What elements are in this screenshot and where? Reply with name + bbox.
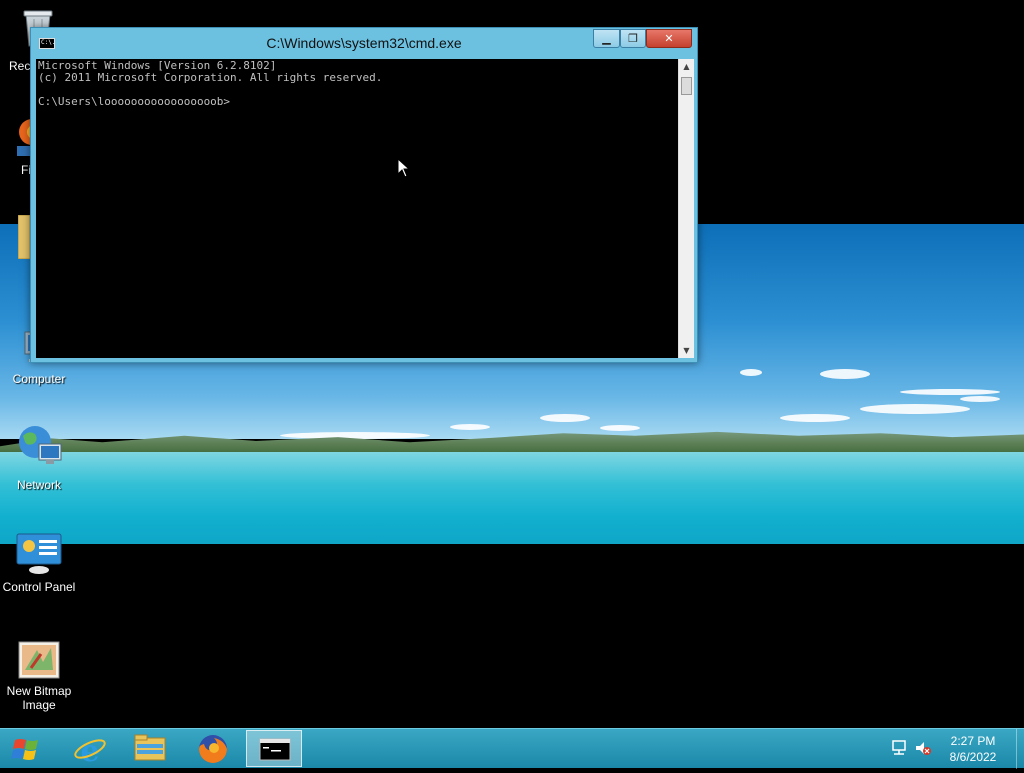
- clock-time: 2:27 PM: [950, 734, 996, 748]
- wallpaper-lake: [0, 452, 1024, 544]
- clock-date: 8/6/2022: [949, 750, 997, 764]
- control-panel-icon: [15, 532, 63, 576]
- control-panel-label: Control Panel: [2, 580, 76, 594]
- console-line: (c) 2011 Microsoft Corporation. All righ…: [38, 71, 383, 84]
- scroll-up-icon[interactable]: ▲: [679, 59, 694, 74]
- taskbar-cmd[interactable]: [246, 730, 302, 767]
- show-desktop-button[interactable]: [1016, 729, 1024, 769]
- start-button[interactable]: [0, 729, 54, 769]
- folder-icon[interactable]: [17, 214, 31, 260]
- minimize-icon: ▁: [602, 32, 611, 45]
- network-tray-icon[interactable]: [890, 739, 908, 757]
- console-output[interactable]: Microsoft Windows [Version 6.2.8102] (c)…: [36, 59, 678, 358]
- cmd-window[interactable]: C:\Windows\system32\cmd.exe C:\. ▁ ❐ ✕ M…: [30, 27, 698, 363]
- taskbar-file-explorer[interactable]: [122, 730, 178, 767]
- network-label: Network: [16, 478, 61, 492]
- vertical-scrollbar[interactable]: ▲ ▼: [678, 59, 694, 358]
- close-icon: ✕: [664, 32, 674, 45]
- close-button[interactable]: ✕: [646, 29, 692, 48]
- minimize-button[interactable]: ▁: [593, 29, 620, 48]
- system-clock[interactable]: 2:27 PM 8/6/2022: [934, 733, 1012, 765]
- cmd-titlebar[interactable]: C:\Windows\system32\cmd.exe C:\. ▁ ❐ ✕: [31, 28, 697, 58]
- svg-text:e: e: [80, 734, 99, 767]
- maximize-button[interactable]: ❐: [620, 29, 646, 48]
- scrollbar-thumb[interactable]: [681, 77, 692, 95]
- computer-label: Computer: [12, 372, 66, 386]
- desktop-icon-network[interactable]: Network: [0, 422, 79, 492]
- cmd-app-icon-text: C:\.: [41, 39, 56, 46]
- command-prompt-icon: [259, 738, 291, 761]
- maximize-icon: ❐: [628, 32, 638, 45]
- network-icon: [15, 422, 63, 474]
- mouse-cursor-icon: [397, 157, 411, 178]
- internet-explorer-icon: e: [74, 734, 106, 769]
- new-bitmap-image-label: New Bitmap Image: [6, 684, 72, 712]
- folder-icon: [134, 734, 166, 761]
- recycle-bin-label[interactable]: Rec: [9, 59, 30, 73]
- scroll-down-icon[interactable]: ▼: [679, 343, 694, 358]
- cmd-app-icon[interactable]: C:\.: [39, 38, 55, 49]
- desktop-icon-new-bitmap-image[interactable]: New Bitmap Image: [0, 640, 79, 712]
- bitmap-image-icon: [17, 640, 61, 680]
- windows-logo-icon: [11, 739, 38, 760]
- taskbar-internet-explorer[interactable]: e: [62, 730, 118, 769]
- taskbar-firefox[interactable]: [184, 730, 240, 767]
- desktop-icon-control-panel[interactable]: Control Panel: [0, 532, 79, 594]
- console-prompt: C:\Users\looooooooooooooooob>: [38, 95, 231, 108]
- firefox-icon: [199, 735, 227, 763]
- volume-muted-icon[interactable]: [914, 739, 932, 757]
- taskbar: e 2:27 PM 8/6/2022: [0, 728, 1024, 769]
